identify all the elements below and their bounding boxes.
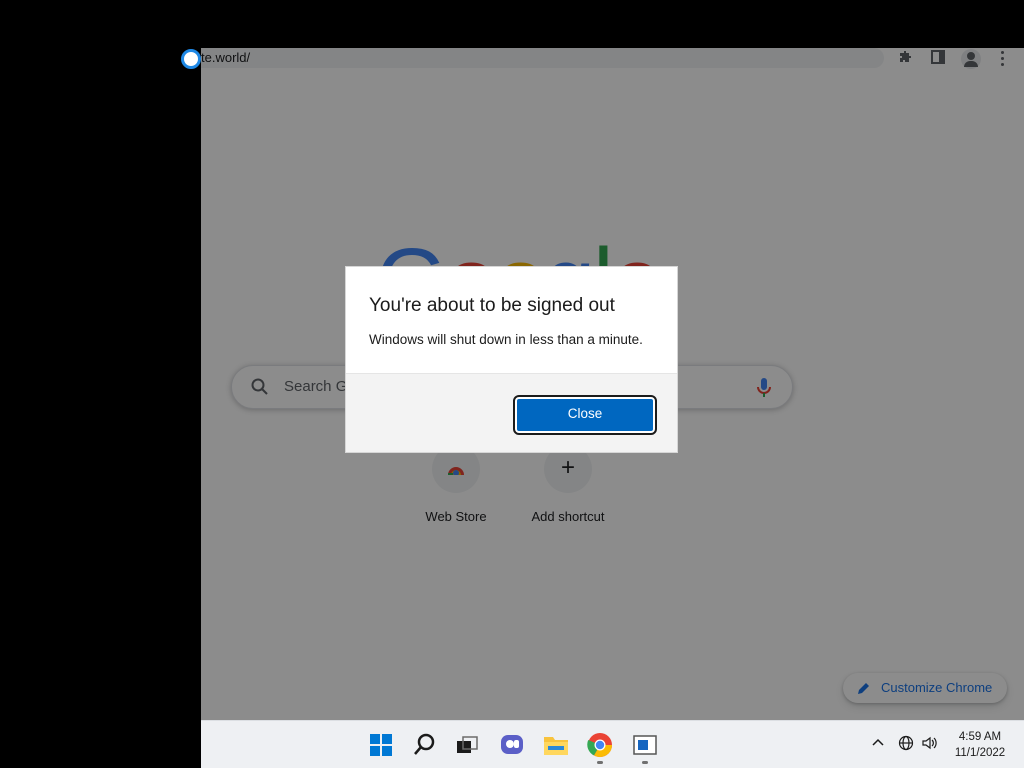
search-icon[interactable] [411, 731, 439, 759]
dialog-footer: Close [346, 373, 677, 452]
app-running-indicator [642, 761, 648, 764]
windows-start-icon[interactable] [367, 731, 395, 759]
volume-speaker-icon[interactable] [921, 735, 939, 751]
close-button[interactable]: Close [513, 395, 657, 435]
sign-out-dialog: You're about to be signed out Windows wi… [345, 266, 678, 453]
app-window-icon[interactable] [631, 731, 659, 759]
dialog-title: You're about to be signed out [369, 295, 615, 316]
dialog-message: Windows will shut down in less than a mi… [369, 332, 643, 347]
network-globe-icon[interactable] [898, 735, 914, 751]
chrome-icon[interactable] [586, 731, 614, 759]
cursor-ring-icon [181, 49, 201, 69]
show-hidden-icons-chevron-up-icon[interactable] [871, 735, 885, 749]
windows-taskbar: 4:59 AM 11/1/2022 [201, 720, 1024, 768]
system-clock[interactable]: 4:59 AM 11/1/2022 [949, 729, 1011, 761]
chrome-running-indicator [597, 761, 603, 764]
desktop-screen: te.world/ Google Search Google or type a… [0, 0, 1024, 768]
clock-time: 4:59 AM [958, 731, 1002, 743]
task-view-icon[interactable] [453, 731, 481, 759]
chat-icon[interactable] [498, 731, 526, 759]
clock-date: 11/1/2022 [954, 747, 1006, 759]
file-explorer-icon[interactable] [542, 731, 570, 759]
